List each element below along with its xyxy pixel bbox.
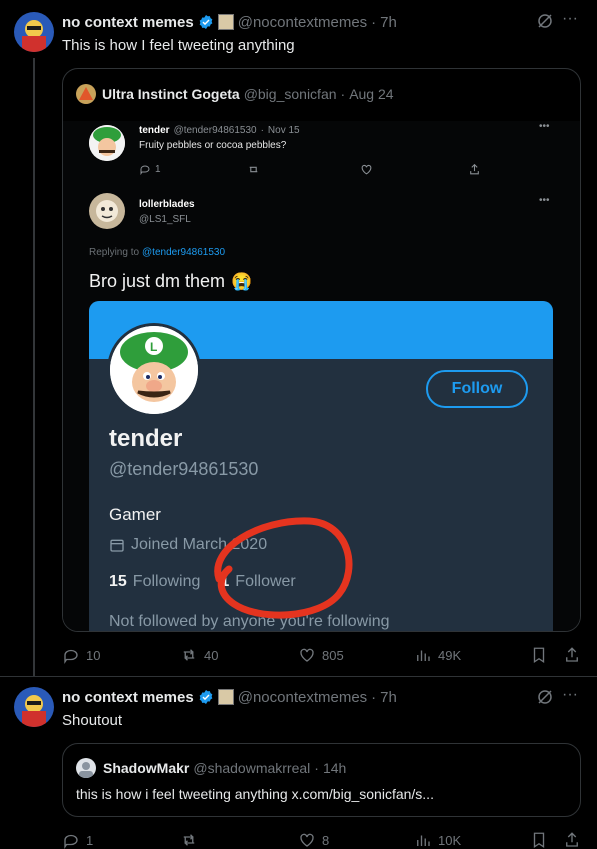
- like-icon: [300, 648, 314, 662]
- thread-line: [33, 58, 35, 676]
- bookmark-icon[interactable]: [530, 646, 548, 664]
- affiliate-badge-icon: [217, 14, 234, 30]
- quote-handle: @big_sonicfan: [243, 86, 337, 102]
- views-count: 10K: [438, 832, 462, 848]
- profile-name: tender: [109, 425, 183, 452]
- separator: ·: [340, 86, 346, 102]
- post-name: tender: [139, 125, 170, 136]
- like-button[interactable]: 8: [298, 831, 329, 849]
- retweet-button[interactable]: [180, 831, 204, 849]
- post-more-icon: •••: [539, 121, 550, 132]
- reply-button[interactable]: 10: [62, 646, 100, 664]
- views-icon: [417, 650, 430, 661]
- views-button[interactable]: 49K: [414, 646, 461, 664]
- post-handle: @LS1_SFL: [139, 214, 191, 225]
- post-more-icon: •••: [539, 195, 550, 206]
- quote-avatar: [76, 758, 96, 778]
- crying-emoji: 😭: [231, 271, 253, 291]
- quote-image[interactable]: tender @tender94861530 · Nov 15 ••• Frui…: [63, 121, 580, 631]
- quoted-tweet[interactable]: Ultra Instinct Gogeta @big_sonicfan · Au…: [62, 68, 581, 632]
- views-button[interactable]: 10K: [414, 831, 461, 849]
- following-count: 15: [109, 573, 127, 590]
- more-icon[interactable]: ···: [562, 686, 578, 704]
- timestamp[interactable]: 7h: [380, 14, 397, 31]
- quote-date: Aug 24: [349, 86, 394, 102]
- like-count: 8: [322, 832, 330, 848]
- separator: ·: [260, 125, 264, 136]
- verified-badge-icon: [199, 690, 213, 704]
- quote-handle: @shadowmakrreal: [193, 760, 311, 776]
- display-name[interactable]: no context memes: [62, 689, 194, 706]
- quote-display-name: Ultra Instinct Gogeta: [102, 86, 240, 102]
- tweet-1[interactable]: no context memes @nocontextmemes · 7h ··…: [0, 0, 597, 676]
- quote-time: 14h: [322, 760, 347, 776]
- post-text: Bro just dm them: [89, 271, 226, 291]
- replying-prefix: Replying to: [89, 247, 140, 258]
- bookmark-icon[interactable]: [530, 831, 548, 849]
- avatar[interactable]: [14, 687, 54, 727]
- affiliate-badge-icon: [217, 689, 234, 705]
- views-count: 49K: [438, 647, 462, 663]
- grok-icon[interactable]: [536, 12, 554, 30]
- profile-handle: @tender94861530: [109, 459, 259, 479]
- follow-button-label: Follow: [451, 380, 503, 397]
- timestamp[interactable]: 7h: [380, 689, 397, 706]
- follow-button: Follow: [426, 370, 528, 408]
- reply-icon: [64, 649, 78, 664]
- reply-count: 10: [86, 647, 101, 663]
- share-icon[interactable]: [563, 646, 581, 664]
- reply-count: 1: [86, 832, 94, 848]
- quoted-tweet[interactable]: ShadowMakr @shadowmakrreal · 14h this is…: [62, 743, 581, 817]
- avatar: [89, 193, 125, 229]
- profile-bio: Gamer: [109, 505, 161, 524]
- reply-button[interactable]: 1: [62, 831, 93, 849]
- avatar: [89, 125, 125, 161]
- retweet-icon: [183, 649, 195, 661]
- verified-badge-icon: [199, 15, 213, 29]
- retweet-count: 40: [204, 647, 219, 663]
- tweet-2[interactable]: no context memes @nocontextmemes · 7h ··…: [0, 677, 597, 849]
- more-icon[interactable]: ···: [562, 10, 578, 28]
- like-icon: [300, 833, 314, 847]
- display-name[interactable]: no context memes: [62, 14, 194, 31]
- quote-avatar: [76, 84, 96, 104]
- red-circle-annotation: [214, 517, 353, 619]
- svg-text:L: L: [150, 340, 157, 354]
- replying-to: @tender94861530: [142, 247, 226, 258]
- quote-display-name: ShadowMakr: [103, 760, 190, 776]
- grok-icon[interactable]: [536, 688, 554, 706]
- profile-avatar: L: [107, 323, 201, 417]
- separator: ·: [371, 13, 377, 31]
- like-count: 805: [322, 647, 344, 663]
- like-button[interactable]: 805: [298, 646, 344, 664]
- separator: ·: [371, 688, 377, 706]
- separator: ·: [314, 760, 319, 776]
- quote-text: this is how i feel tweeting anything x.c…: [76, 786, 434, 802]
- post-date: Nov 15: [267, 125, 300, 136]
- tweet-text: This is how I feel tweeting anything: [62, 37, 295, 54]
- avatar[interactable]: [14, 12, 54, 52]
- calendar-icon: [110, 539, 124, 552]
- profile-card: L Follow tender @tender94861530 Gamer Jo…: [89, 301, 553, 631]
- retweet-icon: [249, 166, 258, 173]
- handle[interactable]: @nocontextmemes: [238, 14, 367, 31]
- post-handle: @tender94861530: [173, 125, 257, 136]
- like-icon: [361, 164, 372, 175]
- reply-icon: [64, 834, 78, 849]
- handle[interactable]: @nocontextmemes: [238, 689, 367, 706]
- retweet-button[interactable]: 40: [180, 646, 218, 664]
- views-icon: [417, 835, 430, 846]
- retweet-icon: [183, 834, 195, 846]
- reply-count: 1: [155, 163, 161, 175]
- share-icon: [470, 163, 479, 175]
- post-name: lollerblades: [139, 199, 195, 210]
- reply-icon: [140, 165, 150, 175]
- following-label: Following: [132, 573, 201, 590]
- post-text: Fruity pebbles or cocoa pebbles?: [139, 140, 287, 151]
- tweet-text: Shoutout: [62, 712, 123, 729]
- share-icon[interactable]: [563, 831, 581, 849]
